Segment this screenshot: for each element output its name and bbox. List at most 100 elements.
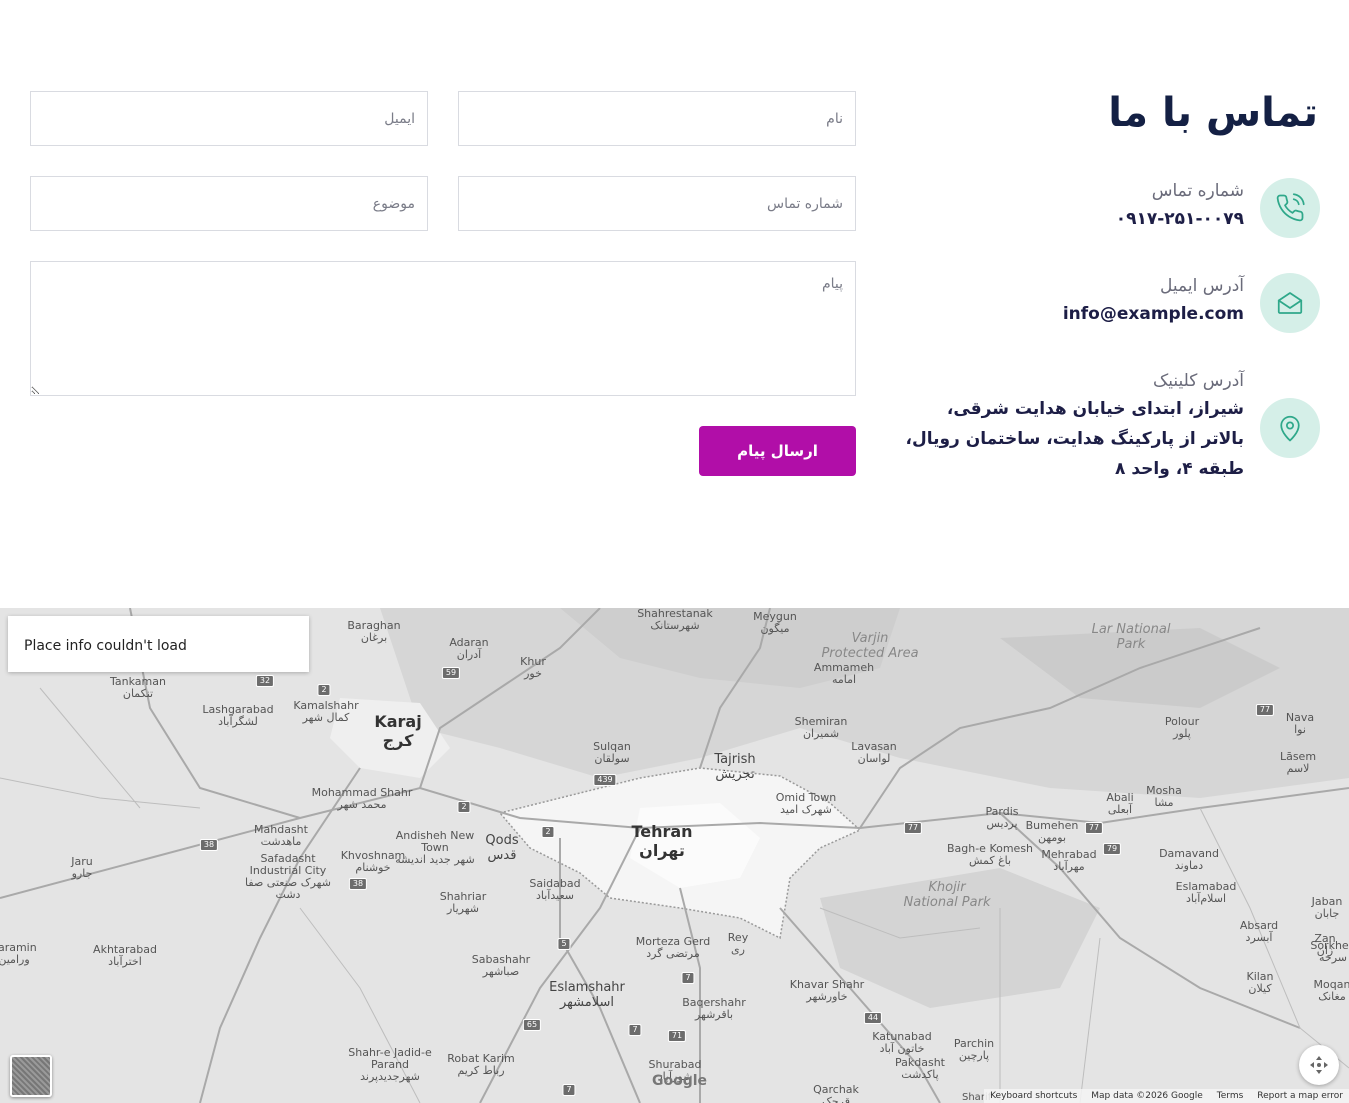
highway-shield: 59	[441, 667, 461, 679]
map-label: Baqershahr باقرشهر	[682, 996, 746, 1021]
map-label: Nava نوا	[1285, 711, 1315, 736]
map-label: Sabashahr صباشهر	[471, 953, 531, 978]
map-label: Ammameh امامه	[813, 661, 875, 686]
map-label: Kamalshahr کمال شهر	[293, 699, 359, 724]
map-label: Akhtarabad اخترآباد	[93, 943, 157, 968]
map-label: Shahrestanak شهرستانک	[637, 608, 713, 632]
envelope-open-icon	[1260, 273, 1320, 333]
map-label: Sorkhehسرخه	[1310, 939, 1349, 964]
email-label: آدرس ایمیل	[1160, 276, 1244, 296]
map-label: Tankaman تنکمان	[110, 675, 166, 700]
highway-shield: 2	[317, 684, 331, 696]
map-label: Saidabad سعیدآباد	[529, 877, 581, 902]
phone-field[interactable]	[458, 176, 856, 231]
email-value[interactable]: info@example.com	[1063, 299, 1244, 329]
map-label: Abali آبعلی	[1106, 791, 1134, 816]
highway-shield: 77	[1255, 704, 1275, 716]
map-label: Morteza Gerd مرتضی گرد	[635, 935, 711, 960]
map-label: Lāsem لاسم	[1279, 750, 1317, 775]
map-label: Moqan مغانک	[1313, 978, 1349, 1003]
place-info-text: Place info couldn't load	[24, 638, 187, 654]
highway-shield: 32	[255, 675, 275, 687]
highway-shield: 7	[562, 1084, 576, 1096]
map-label: Rey ری	[727, 931, 749, 956]
map-label: Khur خور	[520, 655, 546, 680]
map-data-text: Map data ©2026 Google	[1091, 1091, 1203, 1101]
map-label: Lashgarabad لشگرآباد	[202, 703, 274, 728]
google-logo: Google	[652, 1073, 708, 1089]
phone-label: شماره تماس	[1151, 181, 1244, 201]
map-label: Absard آبسرد	[1239, 919, 1279, 944]
map-label: Mehrabad مهرآباد	[1041, 848, 1097, 873]
map-label: Baraghan برغان	[347, 619, 401, 644]
map-label: Omid Town شهرک امید	[775, 791, 837, 816]
terms-link[interactable]: Terms	[1217, 1091, 1244, 1103]
map-label: Shemiran شمیران	[794, 715, 848, 740]
highway-shield: 2	[541, 826, 555, 838]
map-label: Tajrish تجریش	[714, 752, 756, 782]
map-label: Eslamshahr اسلامشهر	[549, 980, 625, 1010]
map-label: Qods قدس	[485, 833, 519, 863]
map-label: Adaran آدران	[449, 636, 489, 661]
phone-icon	[1260, 178, 1320, 238]
map-label: Shahriar شهریار	[439, 890, 487, 915]
move-arrows-icon	[1310, 1056, 1328, 1074]
contact-email: آدرس ایمیل info@example.com	[880, 273, 1320, 333]
phone-value[interactable]: ۰۹۱۷-۲۵۱-۰۰۷۹	[1116, 204, 1244, 234]
keyboard-shortcuts-link[interactable]: Keyboard shortcuts	[990, 1091, 1077, 1103]
highway-shield: 7	[628, 1024, 642, 1036]
map-label: Mohammad Shahr محمد شهر	[311, 786, 413, 811]
map-label: Lar National Park	[1091, 622, 1171, 652]
map-label: Shahr-e Jadid-e Parand شهرجدیدپرند	[348, 1046, 432, 1083]
report-error-link[interactable]: Report a map error	[1257, 1091, 1343, 1103]
highway-shield: 71	[667, 1030, 687, 1042]
message-field[interactable]	[30, 261, 856, 396]
map-label: Karaj کرج	[374, 712, 422, 750]
map-label: Bagh-e Komesh باغ کمش	[946, 842, 1034, 867]
map-label: Mosha مشا	[1146, 784, 1182, 809]
email-field[interactable]	[30, 91, 428, 146]
map-label: Khojir National Park	[903, 880, 991, 910]
highway-shield: 439	[593, 774, 617, 786]
map-attribution: Keyboard shortcuts Map data ©2026 Google…	[984, 1089, 1349, 1103]
map-layer-toggle[interactable]	[10, 1055, 52, 1097]
page-title: تماس با ما	[1108, 90, 1319, 136]
contact-phone: شماره تماس ۰۹۱۷-۲۵۱-۰۰۷۹	[880, 178, 1320, 238]
map-label: Tehran تهران	[631, 822, 693, 860]
map[interactable]: Place info couldn't load Shahrestanak شهر…	[0, 608, 1349, 1103]
highway-shield: 65	[522, 1019, 542, 1031]
map-label: Katunabad خاتون آباد	[872, 1030, 932, 1055]
map-label: Safadasht Industrial City شهرک صنعتی صفا …	[245, 852, 331, 901]
submit-button[interactable]: ارسال پیام	[699, 426, 856, 476]
highway-shield: 79	[1102, 843, 1122, 855]
contact-address: آدرس کلینیک شیراز، ابتدای خیابان هدایت ش…	[880, 368, 1320, 484]
map-label: Pardis پردیس	[985, 805, 1019, 830]
map-label: Varaminورامین	[0, 941, 37, 966]
map-label: Khvoshnam خوشنام	[340, 849, 406, 874]
address-value: شیراز، ابتدای خیابان هدایت شرقی، بالاتر …	[905, 399, 1245, 479]
map-pin-icon	[1260, 398, 1320, 458]
map-label: Parchin پارچین	[953, 1037, 995, 1062]
highway-shield: 5	[557, 938, 571, 950]
map-label: Meygun میگون	[753, 610, 797, 635]
map-label: Bumehen بومهن	[1025, 819, 1079, 844]
highway-shield: 77	[1084, 822, 1104, 834]
address-label: آدرس کلینیک	[1153, 371, 1244, 391]
map-label: Qarchak قرچک	[813, 1083, 859, 1103]
place-info-card: Place info couldn't load	[8, 616, 309, 672]
map-label: Mahdasht ماهدشت	[254, 823, 308, 848]
camera-control-button[interactable]	[1299, 1045, 1339, 1085]
map-label: Lavasan لواسان	[851, 740, 897, 765]
subject-field[interactable]	[30, 176, 428, 231]
map-label: Eslamabad اسلام‌آباد	[1175, 880, 1237, 905]
highway-shield: 38	[348, 878, 368, 890]
map-label: Pakdasht پاکدشت	[895, 1056, 945, 1081]
map-label: Jaru جارو	[71, 855, 93, 880]
map-label: Sulqan سولقان	[593, 740, 631, 765]
highway-shield: 44	[863, 1012, 883, 1024]
map-label: Varjin Protected Area	[821, 631, 919, 661]
name-field[interactable]	[458, 91, 856, 146]
map-label: Andisheh New Town شهر جدید اندیشه	[395, 829, 475, 866]
map-label: Kilan کیلان	[1246, 970, 1274, 995]
map-label: Jaban جابان	[1311, 895, 1343, 920]
